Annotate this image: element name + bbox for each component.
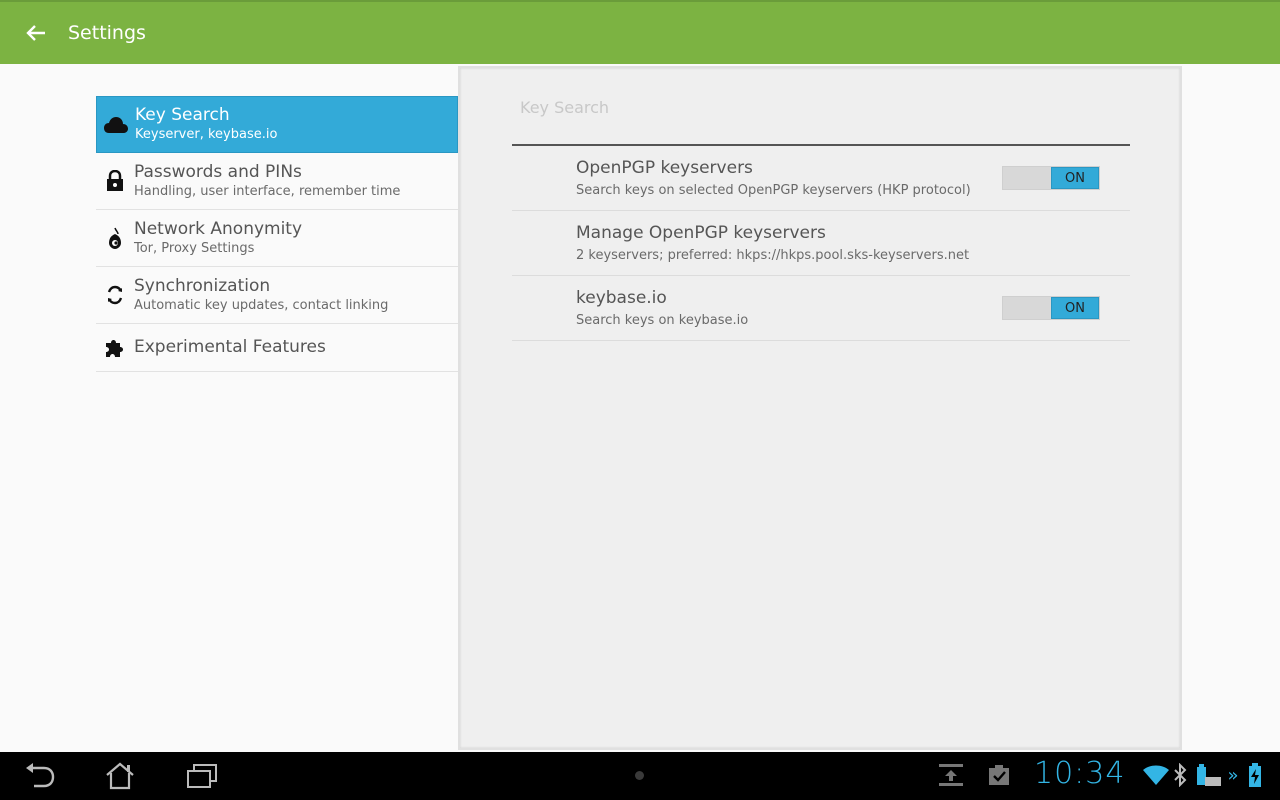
clipboard-check-icon[interactable]: [986, 762, 1012, 788]
keyboard-battery-icon: [1194, 762, 1224, 788]
onion-icon: [96, 226, 134, 250]
nav-home-button[interactable]: [100, 760, 140, 792]
details-panel: Key Search OpenPGP keyservers Search key…: [458, 66, 1182, 750]
header-summary: Automatic key updates, contact linking: [134, 297, 389, 313]
back-icon: [26, 763, 55, 788]
cloud-icon: [97, 116, 135, 134]
header-item-synchronization[interactable]: Synchronization Automatic key updates, c…: [96, 267, 458, 324]
switch-thumb: ON: [1051, 297, 1099, 319]
header-title: Passwords and PINs: [134, 161, 302, 182]
status-clock: 10:34: [1034, 756, 1126, 791]
settings-header-list: Key Search Keyserver, keybase.io Passwor…: [96, 96, 458, 372]
pref-manage-keyservers[interactable]: Manage OpenPGP keyservers 2 keyservers; …: [512, 211, 1130, 276]
pref-summary: 2 keyservers; preferred: hkps://hkps.poo…: [576, 248, 970, 263]
header-title: Key Search: [135, 105, 230, 125]
more-arrows-icon: »: [1227, 764, 1239, 786]
nav-recents-button[interactable]: [182, 760, 222, 792]
header-item-experimental[interactable]: Experimental Features: [96, 324, 458, 372]
back-arrow-icon: [26, 25, 45, 41]
category-title: Key Search: [520, 98, 610, 117]
lock-icon: [96, 170, 134, 192]
sync-icon: [96, 284, 134, 306]
system-navigation-bar: 10:34 »: [0, 752, 1280, 800]
header-item-passwords[interactable]: Passwords and PINs Handling, user interf…: [96, 153, 458, 210]
header-summary: Handling, user interface, remember time: [134, 183, 401, 199]
pref-title: keybase.io: [576, 288, 667, 308]
pref-summary: Search keys on keybase.io: [576, 313, 749, 328]
header-item-key-search[interactable]: Key Search Keyserver, keybase.io: [96, 96, 458, 153]
pref-openpgp-keyservers[interactable]: OpenPGP keyservers Search keys on select…: [512, 146, 1130, 211]
recents-icon: [187, 764, 217, 788]
openpgp-keyservers-switch[interactable]: ON: [1002, 166, 1100, 190]
pref-summary: Search keys on selected OpenPGP keyserve…: [576, 183, 971, 198]
puzzle-icon: [96, 337, 134, 359]
wifi-icon: [1142, 762, 1170, 788]
header-summary: Keyserver, keybase.io: [135, 127, 278, 142]
action-bar: Settings: [0, 0, 1280, 64]
pref-title: OpenPGP keyservers: [576, 158, 753, 178]
header-title: Experimental Features: [134, 337, 326, 357]
pref-keybase[interactable]: keybase.io Search keys on keybase.io ON: [512, 276, 1130, 341]
battery-charging-icon: [1246, 762, 1264, 788]
header-summary: Tor, Proxy Settings: [134, 240, 255, 256]
center-dot: [635, 771, 644, 780]
pref-title: Manage OpenPGP keyservers: [576, 223, 826, 243]
preference-list: OpenPGP keyservers Search keys on select…: [512, 146, 1130, 341]
header-item-network-anonymity[interactable]: Network Anonymity Tor, Proxy Settings: [96, 210, 458, 267]
home-icon: [106, 762, 134, 790]
header-title: Network Anonymity: [134, 218, 303, 239]
header-title: Synchronization: [134, 275, 271, 296]
keybase-switch[interactable]: ON: [1002, 296, 1100, 320]
download-notification-icon[interactable]: [938, 762, 964, 788]
nav-back-button[interactable]: [20, 760, 60, 792]
back-arrow-button[interactable]: [0, 2, 72, 64]
bluetooth-icon: [1172, 762, 1188, 788]
switch-thumb: ON: [1051, 167, 1099, 189]
page-title: Settings: [68, 22, 146, 44]
